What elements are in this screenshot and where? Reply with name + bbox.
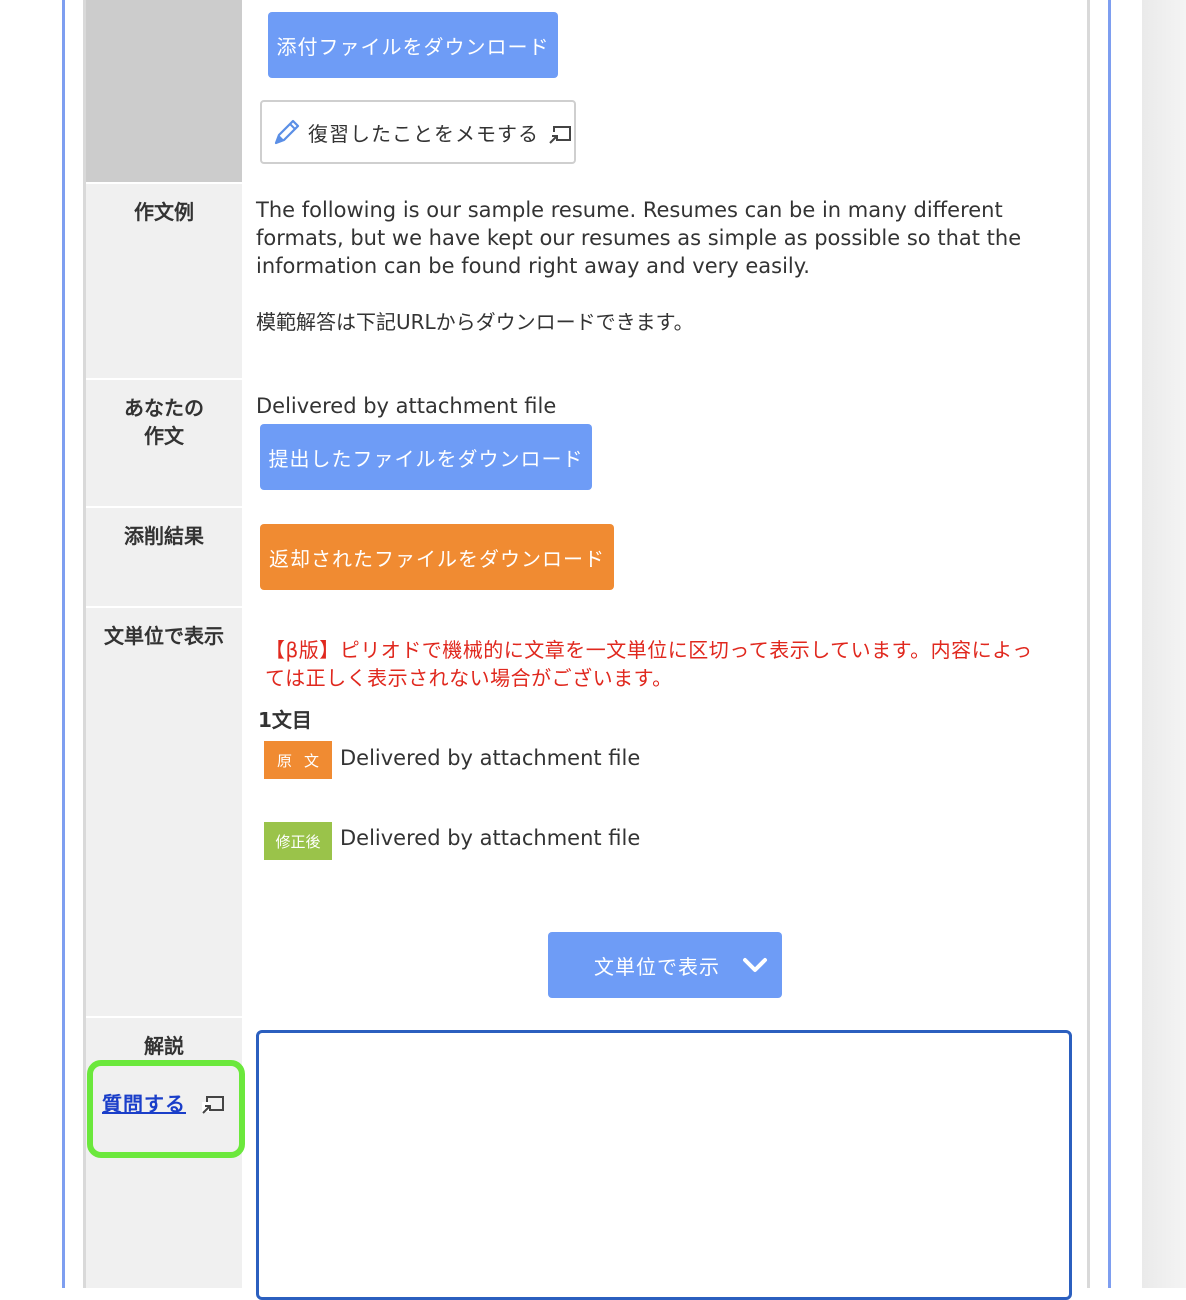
yours-label-line-1: あなたの <box>124 396 204 420</box>
explanation-box <box>256 1030 1072 1300</box>
ask-question-link[interactable]: 質問する <box>102 1088 186 1117</box>
fixed-text: Delivered by attachment file <box>340 826 641 850</box>
sample-text-line-2: formats, but we have kept our resumes as… <box>256 226 1022 250</box>
yours-label-line-2: 作文 <box>144 424 184 448</box>
submitted-download-label: 提出したファイルをダウンロード <box>268 446 584 471</box>
external-window-icon <box>547 124 573 146</box>
label-cell-top <box>86 0 242 182</box>
review-memo-button[interactable]: 復習したことをメモする <box>260 100 576 164</box>
sentence-toggle-button[interactable]: 文単位で表示 <box>548 932 782 998</box>
page-side-shade <box>1142 0 1186 1288</box>
pencil-icon <box>272 116 302 148</box>
sample-text-line-1: The following is our sample resume. Resu… <box>256 198 1003 222</box>
original-tag: 原文 <box>264 741 332 779</box>
sentence-label: 文単位で表示 <box>104 624 224 648</box>
sample-label: 作文例 <box>134 200 194 224</box>
chevron-down-icon <box>742 956 768 974</box>
original-text: Delivered by attachment file <box>340 746 641 770</box>
frame-border-right <box>1108 0 1111 1288</box>
sentence-item-heading: 1文目 <box>258 708 312 732</box>
label-cell-sentence <box>86 608 242 1016</box>
returned-download-button[interactable]: 返却されたファイルをダウンロード <box>260 524 614 590</box>
sample-text-line-3: information can be found right away and … <box>256 254 810 278</box>
beta-note-line-2: ては正しく表示されない場合がございます。 <box>265 666 673 690</box>
attachment-download-label: 添付ファイルをダウンロード <box>276 34 550 59</box>
frame-border-left <box>62 0 65 1288</box>
submitted-download-button[interactable]: 提出したファイルをダウンロード <box>260 424 592 490</box>
fixed-tag: 修正後 <box>264 822 332 860</box>
correction-label: 添削結果 <box>124 524 204 548</box>
attachment-download-button[interactable]: 添付ファイルをダウンロード <box>268 12 558 78</box>
returned-download-label: 返却されたファイルをダウンロード <box>269 546 605 571</box>
table-border-right <box>1087 0 1090 1288</box>
beta-note-line-1: 【β版】ピリオドで機械的に文章を一文単位に区切って表示しています。内容によっ <box>265 638 1033 662</box>
beta-note: 【β版】ピリオドで機械的に文章を一文単位に区切って表示しています。内容によっ て… <box>265 636 1065 692</box>
review-memo-label: 復習したことをメモする <box>308 121 539 146</box>
sentence-toggle-label: 文単位で表示 <box>594 954 720 979</box>
external-window-icon <box>200 1094 226 1120</box>
yours-text: Delivered by attachment file <box>256 394 557 418</box>
explanation-label: 解説 <box>144 1034 184 1058</box>
sample-download-note: 模範解答は下記URLからダウンロードできます。 <box>256 310 694 334</box>
